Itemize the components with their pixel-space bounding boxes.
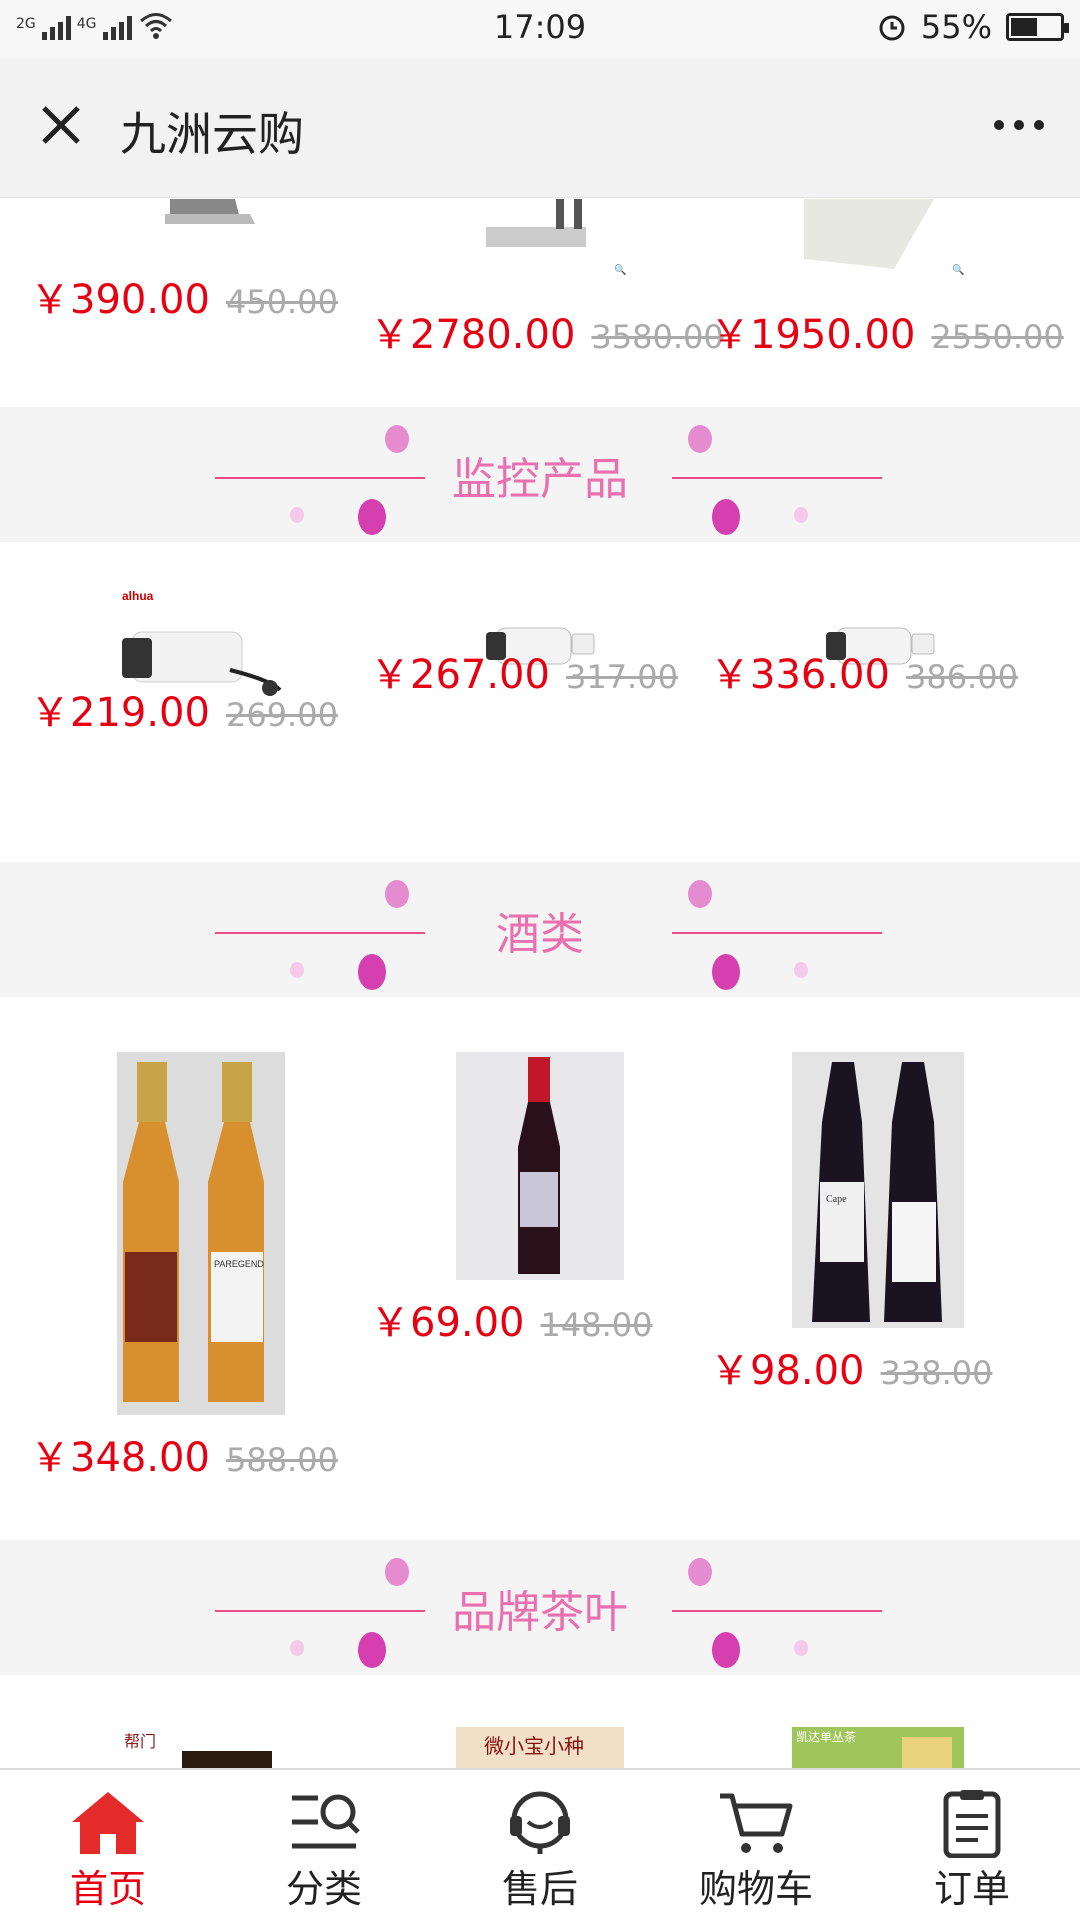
tab-label: 售后 <box>501 1867 578 1911</box>
product-price: ￥219.00 <box>30 690 210 736</box>
product-image <box>456 1052 624 1280</box>
section-title: 酒类 <box>496 909 584 960</box>
decorative-dot <box>712 954 740 990</box>
bottle-label: Cape <box>826 1194 847 1205</box>
product-price: ￥98.00 <box>710 1348 865 1394</box>
decorative-dot <box>794 962 808 978</box>
product-card[interactable]: 凯达单丛茶 <box>710 1675 1050 1768</box>
section-header-surveillance: 监控产品 <box>0 407 1080 542</box>
product-original-price: 2550.00 <box>931 318 1064 356</box>
product-original-price: 588.00 <box>225 1441 338 1479</box>
decorative-dot <box>385 1558 409 1586</box>
product-image: 🔍 <box>794 199 964 279</box>
tea-brand-label: 帮门 <box>124 1732 156 1751</box>
tab-cart[interactable]: 购物车 <box>648 1770 864 1920</box>
cart-icon <box>720 1793 793 1853</box>
product-row: ￥390.00 450.00 🔍 ￥2780.00 3580.00 🔍 ￥1950.… <box>0 199 1080 407</box>
decorative-dot <box>290 962 304 978</box>
alarm-icon <box>879 15 905 41</box>
home-icon <box>72 1792 144 1854</box>
section-title: 品牌茶叶 <box>452 1587 628 1638</box>
tab-label: 购物车 <box>698 1867 813 1911</box>
tab-category[interactable]: 分类 <box>216 1770 432 1920</box>
decorative-dot <box>358 499 386 535</box>
svg-text:🔍: 🔍 <box>614 263 626 276</box>
order-icon <box>943 1790 1001 1858</box>
decorative-dot <box>794 507 808 523</box>
product-card[interactable]: 微小宝小种 <box>370 1675 710 1768</box>
tea-brand-label: 微小宝小种 <box>484 1734 584 1758</box>
category-icon <box>292 1794 360 1849</box>
customer-service-icon <box>510 1791 570 1854</box>
product-feed[interactable]: ￥390.00 450.00 🔍 ￥2780.00 3580.00 🔍 ￥1950.… <box>0 199 1080 1768</box>
product-price: ￥69.00 <box>370 1300 525 1346</box>
navigation-bar: 九洲云购 <box>0 58 1080 198</box>
page-title: 九洲云购 <box>120 107 304 161</box>
product-image: 凯达单丛茶 <box>792 1727 964 1768</box>
decorative-dot <box>290 1640 304 1656</box>
product-image: PAREGEND <box>117 1052 285 1415</box>
product-original-price: 148.00 <box>540 1306 653 1344</box>
product-price: ￥267.00 <box>370 652 550 698</box>
product-image: 帮门 <box>122 1727 292 1768</box>
product-price: ￥2780.00 <box>370 312 576 358</box>
product-original-price: 338.00 <box>880 1354 993 1392</box>
decorative-dot <box>358 954 386 990</box>
product-image <box>165 199 255 224</box>
section-title: 监控产品 <box>452 454 628 505</box>
product-row: 帮门 微小宝小种 凯达单丛茶 <box>0 1675 1080 1768</box>
decorative-dot <box>688 880 712 908</box>
product-image: 微小宝小种 <box>456 1727 624 1768</box>
battery-icon <box>1006 13 1069 41</box>
product-image: 🔍 <box>456 199 626 279</box>
battery-percent: 55% <box>920 8 992 46</box>
decorative-dot <box>794 1640 808 1656</box>
decorative-dot <box>688 425 712 453</box>
bottle-label: PAREGEND <box>214 1259 264 1269</box>
tab-orders[interactable]: 订单 <box>864 1770 1080 1920</box>
product-original-price: 3580.00 <box>591 318 724 356</box>
product-row: alhua ￥219.00 269.00 ￥267.00 317.00 ￥336.0… <box>0 542 1080 862</box>
decorative-dot <box>712 499 740 535</box>
product-price: ￥1950.00 <box>710 312 916 358</box>
tab-label: 首页 <box>69 1867 146 1911</box>
decorative-dot <box>688 1558 712 1586</box>
tab-label: 订单 <box>933 1867 1010 1911</box>
product-card[interactable]: 帮门 <box>30 1675 370 1768</box>
product-image: Cape <box>792 1052 964 1328</box>
product-original-price: 317.00 <box>565 658 678 696</box>
decorative-dot <box>290 507 304 523</box>
more-menu-icon[interactable] <box>994 120 1044 130</box>
close-icon[interactable] <box>36 100 86 150</box>
brand-logo: alhua <box>122 590 154 603</box>
tab-label: 分类 <box>285 1867 362 1911</box>
tab-after-sales[interactable]: 售后 <box>432 1770 648 1920</box>
decorative-dot <box>358 1632 386 1668</box>
product-price: ￥336.00 <box>710 652 890 698</box>
decorative-dot <box>385 425 409 453</box>
decorative-dot <box>712 1632 740 1668</box>
tab-home[interactable]: 首页 <box>0 1770 216 1920</box>
decorative-dot <box>385 880 409 908</box>
product-original-price: 450.00 <box>225 283 338 321</box>
product-price: ￥390.00 <box>30 277 210 323</box>
section-header-tea: 品牌茶叶 <box>0 1540 1080 1675</box>
tea-brand-label: 凯达单丛茶 <box>796 1729 856 1744</box>
product-original-price: 269.00 <box>225 696 338 734</box>
status-bar: 2G 4G 17:09 55% <box>0 0 1080 58</box>
product-original-price: 386.00 <box>905 658 1018 696</box>
bottom-tab-bar: 首页 分类 售后 购物车 订单 <box>0 1768 1080 1920</box>
section-header-liquor: 酒类 <box>0 862 1080 997</box>
product-price: ￥348.00 <box>30 1435 210 1481</box>
svg-text:🔍: 🔍 <box>952 263 964 276</box>
